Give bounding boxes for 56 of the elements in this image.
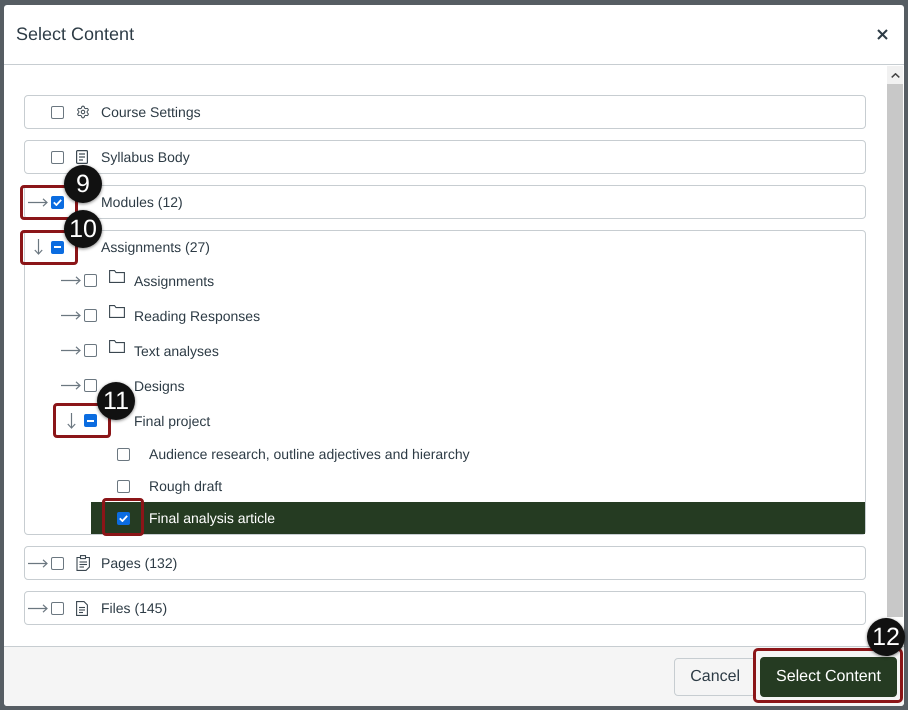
item-label: Audience research, outline adjectives and hierarchy [149,446,470,462]
checkbox[interactable] [51,556,64,570]
step-number-badge: 12 [867,618,905,656]
item-label: Rough draft [149,478,222,494]
checkbox[interactable] [84,379,97,392]
tree-row[interactable]: Final analysis article [91,502,865,534]
step-number-badge: 9 [64,165,102,203]
arrow-right-icon[interactable] [61,311,81,320]
item-label: Final analysis article [149,510,276,526]
checkbox[interactable] [117,512,130,524]
arrow-right-icon[interactable] [61,346,81,355]
checkbox[interactable] [51,106,64,118]
item-label: Files (145) [101,600,168,616]
arrow-right-icon[interactable] [28,198,48,206]
checkbox[interactable] [117,448,130,460]
clipboard-icon [76,555,90,571]
scroll-up-icon[interactable] [890,72,900,78]
folder-icon [109,270,125,283]
checkbox[interactable] [84,274,97,287]
arrow-down-icon[interactable] [66,412,76,428]
item-label: Course Settings [101,104,201,120]
close-button[interactable] [877,29,888,40]
gear-icon [76,105,90,119]
close-icon [877,29,888,40]
folder-icon [109,305,125,318]
item-label: Final project [134,412,210,428]
checkbox[interactable] [117,480,130,492]
text-page-icon [76,150,88,164]
item-label: Assignments [134,272,214,288]
checkbox[interactable] [51,240,64,254]
checkmark-icon [53,198,62,206]
step-number-badge: 11 [97,382,135,420]
item-label: Reading Responses [134,308,260,324]
arrow-right-icon[interactable] [61,381,81,390]
folder-icon [109,340,125,353]
dialog-title: Select Content [16,24,134,45]
arrow-right-icon[interactable] [28,604,48,612]
checkbox[interactable] [84,414,97,427]
checkbox[interactable] [51,602,64,614]
item-label: Modules (12) [101,194,183,210]
checkbox[interactable] [51,196,64,208]
checkbox[interactable] [84,344,97,357]
checkbox[interactable] [51,150,64,164]
checkbox[interactable] [84,309,97,322]
arrow-down-icon[interactable] [34,239,42,255]
select-content-button[interactable]: Select Content [760,656,897,696]
item-label: Designs [134,378,185,394]
arrow-right-icon[interactable] [28,558,48,568]
checkmark-icon [119,514,128,522]
step-number-badge: 10 [64,210,102,248]
document-icon [76,600,88,616]
item-label: Text analyses [134,342,219,358]
item-label: Assignments (27) [101,239,210,255]
arrow-right-icon[interactable] [61,276,81,285]
item-label: Pages (132) [101,555,178,571]
item-label: Syllabus Body [101,149,190,165]
